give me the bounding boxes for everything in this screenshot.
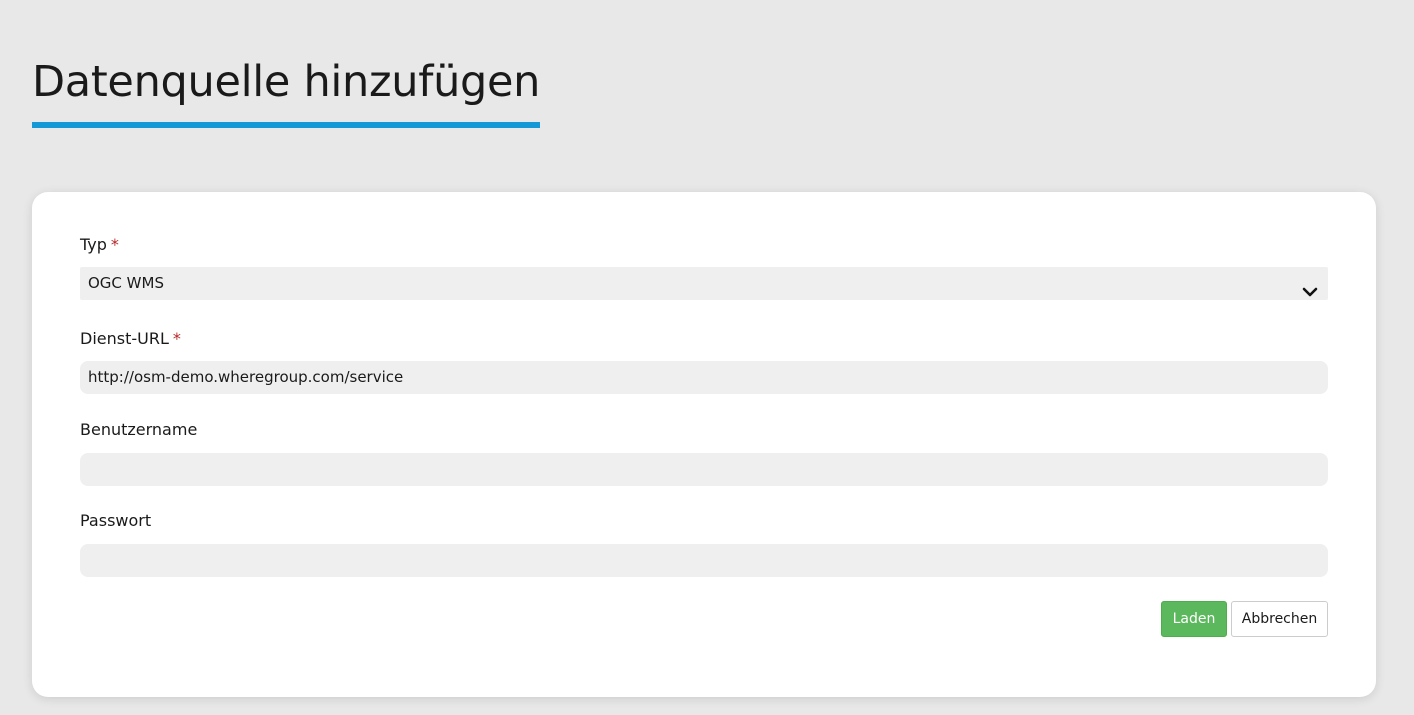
type-select-value: OGC WMS (88, 274, 164, 292)
page-header: Datenquelle hinzufügen (32, 54, 540, 128)
password-form-group: Passwort (80, 511, 1328, 577)
chevron-down-icon (1302, 277, 1318, 297)
service-url-form-group: Dienst-URL * http://osm-demo.wheregroup.c… (80, 329, 1328, 395)
type-label-text: Typ (80, 235, 107, 254)
type-select[interactable]: OGC WMS (80, 267, 1328, 300)
username-label: Benutzername (80, 420, 198, 439)
required-mark: * (110, 235, 119, 254)
username-input[interactable] (80, 453, 1328, 486)
cancel-button[interactable]: Abbrechen (1231, 601, 1328, 637)
form-actions: Laden Abbrechen (1161, 601, 1328, 637)
password-input[interactable] (80, 544, 1328, 577)
page-title: Datenquelle hinzufügen (32, 54, 540, 128)
service-url-label-text: Dienst-URL (80, 329, 169, 348)
username-form-group: Benutzername (80, 420, 1328, 486)
load-button[interactable]: Laden (1161, 601, 1227, 637)
service-url-input[interactable]: http://osm-demo.wheregroup.com/service (80, 361, 1328, 394)
type-form-group: Typ * OGC WMS (80, 235, 1328, 301)
type-label: Typ * (80, 235, 1328, 255)
form-card: Typ * OGC WMS Dienst-URL * http://osm-demo… (32, 192, 1376, 697)
service-url-label: Dienst-URL * (80, 329, 1328, 349)
required-mark: * (172, 329, 181, 348)
password-label: Passwort (80, 511, 152, 530)
